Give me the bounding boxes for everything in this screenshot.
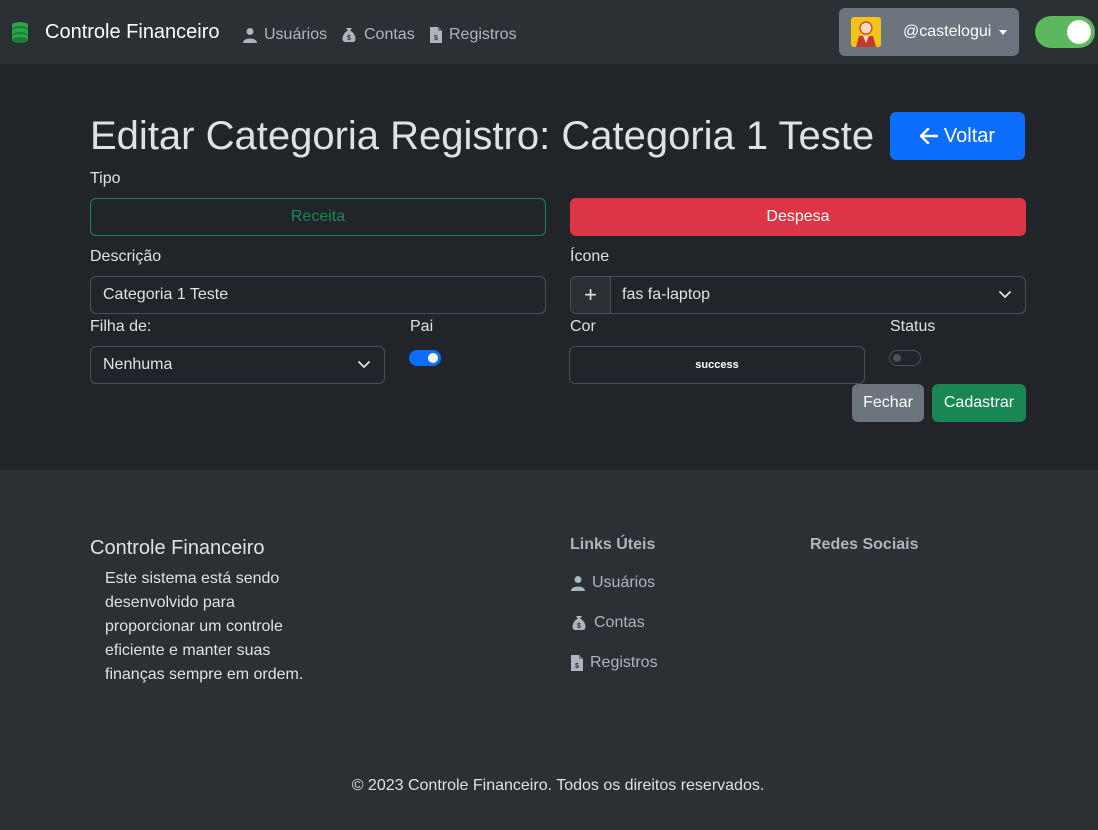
footer-link-registros[interactable]: $ Registros: [570, 654, 658, 672]
user-icon: [571, 576, 585, 591]
nav-link-registros[interactable]: $ Registros: [429, 26, 517, 44]
svg-text:$: $: [575, 663, 579, 670]
filha-select-value: Nenhuma: [103, 356, 173, 373]
svg-text:$: $: [577, 623, 581, 630]
theme-toggle[interactable]: [1035, 16, 1095, 48]
icone-select-value: fas fa-laptop: [622, 286, 711, 303]
descricao-value: Categoria 1 Teste: [103, 286, 229, 303]
receita-button[interactable]: Receita: [90, 198, 546, 236]
pai-label: Pai: [410, 318, 434, 335]
nav-link-label: Usuários: [264, 26, 328, 43]
footer-link-label: Usuários: [592, 574, 656, 591]
nav-link-contas[interactable]: $ Contas: [340, 26, 415, 44]
descricao-input[interactable]: Categoria 1 Teste: [90, 276, 546, 314]
tipo-label: Tipo: [90, 170, 121, 187]
plus-icon[interactable]: +: [571, 277, 611, 313]
footer-links-heading: Links Úteis: [570, 536, 656, 553]
footer-link-contas[interactable]: $ Contas: [570, 614, 645, 632]
icone-label: Ícone: [570, 248, 610, 265]
cor-value: success: [695, 359, 739, 371]
svg-text:$: $: [347, 35, 351, 42]
username: @castelogui: [903, 23, 992, 40]
money-bag-icon: $: [572, 616, 586, 630]
filha-label: Filha de:: [90, 318, 152, 335]
cor-label: Cor: [570, 318, 596, 335]
brand[interactable]: Controle Financeiro: [10, 20, 220, 44]
navbar: Controle Financeiro Usuários $ Contas $ …: [0, 0, 1098, 64]
footer-link-usuarios[interactable]: Usuários: [570, 574, 655, 592]
copyright: © 2023 Controle Financeiro. Todos os dir…: [351, 777, 765, 794]
back-button-label: Voltar: [943, 124, 996, 147]
brand-name: Controle Financeiro: [45, 20, 220, 43]
filha-select[interactable]: Nenhuma: [90, 346, 385, 384]
cor-input[interactable]: success: [569, 346, 865, 384]
nav-link-label: Contas: [364, 26, 415, 43]
user-dropdown-button[interactable]: @castelogui: [839, 8, 1019, 56]
chevron-down-icon: [999, 29, 1008, 35]
switch-knob: [893, 354, 901, 362]
chevron-down-icon: [358, 361, 370, 369]
despesa-button[interactable]: Despesa: [570, 198, 1026, 236]
footer: Controle Financeiro Este sistema está se…: [0, 470, 1098, 830]
page-title: Editar Categoria Registro: Categoria 1 T…: [90, 114, 875, 158]
status-switch[interactable]: [889, 350, 921, 366]
nav-link-label: Registros: [449, 26, 517, 43]
arrow-left-icon: [919, 128, 938, 144]
svg-text:$: $: [434, 35, 438, 42]
chevron-down-icon: [999, 291, 1011, 299]
pai-switch[interactable]: [409, 350, 441, 366]
switch-knob: [428, 353, 438, 363]
nav-link-usuarios[interactable]: Usuários: [242, 26, 327, 44]
invoice-icon: $: [430, 27, 442, 43]
invoice-icon: $: [571, 655, 583, 671]
footer-link-label: Registros: [590, 654, 658, 671]
toggle-knob: [1067, 20, 1091, 44]
submit-button[interactable]: Cadastrar: [932, 384, 1026, 422]
user-icon: [243, 28, 257, 43]
icone-input-group: + fas fa-laptop: [570, 276, 1026, 314]
close-button[interactable]: Fechar: [852, 384, 924, 422]
icone-select[interactable]: fas fa-laptop: [611, 277, 1025, 313]
footer-link-label: Contas: [594, 614, 645, 631]
coins-icon: [10, 20, 34, 44]
back-button[interactable]: Voltar: [890, 112, 1025, 160]
footer-social-heading: Redes Sociais: [810, 536, 919, 553]
descricao-label: Descrição: [90, 248, 162, 265]
status-label: Status: [890, 318, 936, 335]
footer-title: Controle Financeiro: [90, 537, 265, 559]
money-bag-icon: $: [342, 28, 356, 42]
avatar: [851, 17, 881, 47]
footer-description: Este sistema está sendo desenvolvido par…: [105, 570, 304, 683]
